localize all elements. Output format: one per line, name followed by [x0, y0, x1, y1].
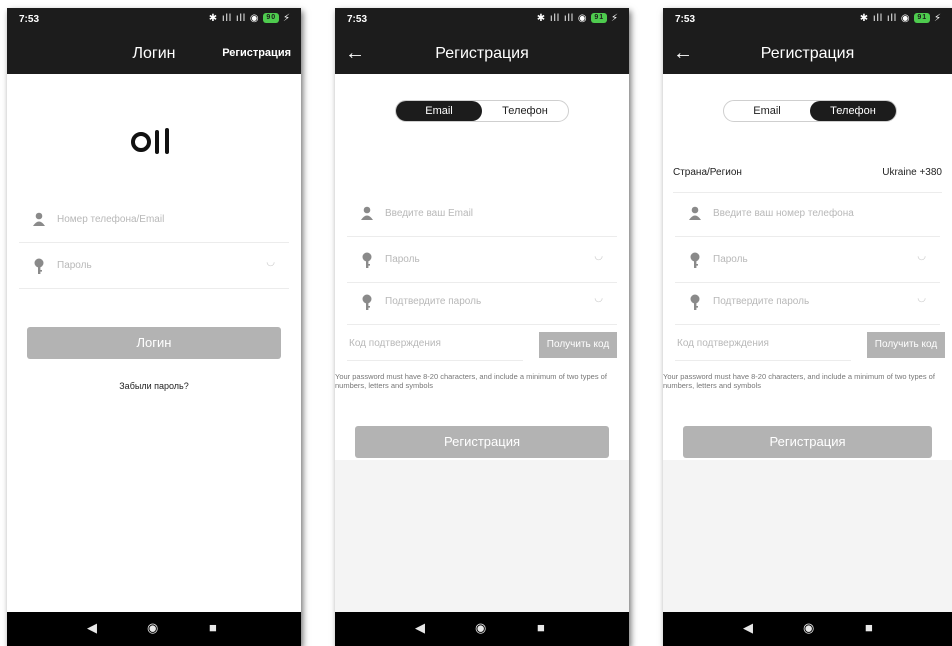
eye-closed-icon[interactable]: ◡: [266, 257, 275, 268]
battery-icon: 91: [591, 13, 608, 24]
key-icon: [361, 294, 373, 315]
verification-code-field[interactable]: Код подтверждения: [347, 330, 523, 361]
nav-recents-icon[interactable]: ■: [209, 620, 217, 635]
nav-home-icon[interactable]: ◉: [147, 620, 158, 636]
page-title: Регистрация: [435, 45, 529, 62]
country-value[interactable]: Ukraine +380: [882, 167, 942, 178]
nav-back-icon[interactable]: ◀: [743, 620, 753, 636]
login-screen: 7:53 ✱ ıll ıll ◉ 90 ⚡ Логин Регистрация …: [7, 8, 301, 646]
signal-wifi-icon: ✱ ıll ıll ◉: [208, 13, 260, 24]
tab-email[interactable]: Email: [724, 101, 810, 121]
signal-wifi-icon: ✱ ıll ıll ◉: [536, 13, 588, 24]
user-icon: [361, 206, 373, 225]
register-button[interactable]: Регистрация: [355, 426, 609, 458]
nav-back-icon[interactable]: ◀: [87, 620, 97, 636]
nav-home-icon[interactable]: ◉: [475, 620, 486, 636]
app-bar: ← Регистрация: [663, 34, 952, 74]
app-bar: ← Регистрация: [335, 34, 629, 74]
register-phone-screen: 7:53 ✱ ıll ıll ◉ 91 ⚡ ← Регистрация Emai…: [663, 8, 952, 646]
password-hint: Your password must have 8-20 characters,…: [335, 372, 607, 390]
status-bar: 7:53 ✱ ıll ıll ◉ 90 ⚡: [7, 8, 301, 34]
page-title: Регистрация: [760, 45, 855, 62]
battery-icon: 91: [914, 13, 931, 24]
tab-phone[interactable]: Телефон: [810, 101, 896, 121]
nav-recents-icon[interactable]: ■: [537, 620, 545, 635]
empty-area: [335, 460, 629, 612]
status-icons: ✱ ıll ıll ◉ 91 ⚡: [859, 13, 942, 24]
key-icon: [689, 294, 701, 315]
user-icon: [33, 212, 45, 231]
eye-closed-icon[interactable]: ◡: [917, 293, 926, 304]
email-field[interactable]: Введите ваш Email: [347, 192, 617, 237]
phone-email-field[interactable]: Номер телефона/Email: [19, 198, 289, 243]
password-field[interactable]: Пароль ◡: [19, 244, 289, 289]
status-icons: ✱ ıll ıll ◉ 91 ⚡: [536, 13, 619, 24]
phone-email-input[interactable]: Номер телефона/Email: [57, 214, 164, 225]
status-time: 7:53: [675, 14, 696, 25]
eye-closed-icon[interactable]: ◡: [917, 251, 926, 262]
register-email-screen: 7:53 ✱ ıll ıll ◉ 91 ⚡ ← Регистрация Emai…: [335, 8, 629, 646]
email-input[interactable]: Введите ваш Email: [385, 208, 473, 219]
status-bar: 7:53 ✱ ıll ıll ◉ 91 ⚡: [663, 8, 952, 34]
password-input[interactable]: Пароль: [713, 254, 748, 265]
verification-code-input[interactable]: Код подтверждения: [349, 338, 441, 349]
confirm-password-field[interactable]: Подтвердите пароль ◡: [675, 280, 940, 325]
password-field[interactable]: Пароль ◡: [675, 238, 940, 283]
register-link[interactable]: Регистрация: [222, 47, 291, 59]
password-input[interactable]: Пароль: [385, 254, 420, 265]
phone-input[interactable]: Введите ваш номер телефона: [713, 208, 854, 219]
nav-recents-icon[interactable]: ■: [865, 620, 873, 635]
system-nav-bar: ◀ ◉ ■: [7, 612, 301, 646]
get-code-button[interactable]: Получить код: [867, 332, 945, 358]
register-method-toggle: Email Телефон: [395, 100, 569, 122]
status-icons: ✱ ıll ıll ◉ 90 ⚡: [208, 13, 291, 24]
password-input[interactable]: Пароль: [57, 260, 92, 271]
key-icon: [361, 252, 373, 273]
phone-field[interactable]: Введите ваш номер телефона: [675, 192, 940, 237]
status-time: 7:53: [347, 14, 368, 25]
tab-phone[interactable]: Телефон: [482, 101, 568, 121]
country-region-selector[interactable]: Страна/Регион Ukraine +380: [673, 158, 942, 193]
register-method-toggle: Email Телефон: [723, 100, 897, 122]
verification-code-field[interactable]: Код подтверждения: [675, 330, 851, 361]
status-time: 7:53: [19, 14, 40, 25]
register-button[interactable]: Регистрация: [683, 426, 932, 458]
brand-logo: [7, 126, 301, 161]
status-bar: 7:53 ✱ ıll ıll ◉ 91 ⚡: [335, 8, 629, 34]
signal-wifi-icon: ✱ ıll ıll ◉: [859, 13, 911, 24]
key-icon: [689, 252, 701, 273]
eye-closed-icon[interactable]: ◡: [594, 251, 603, 262]
nav-back-icon[interactable]: ◀: [415, 620, 425, 636]
system-nav-bar: ◀ ◉ ■: [663, 612, 952, 646]
system-nav-bar: ◀ ◉ ■: [335, 612, 629, 646]
password-field[interactable]: Пароль ◡: [347, 238, 617, 283]
key-icon: [33, 258, 45, 279]
app-bar: Логин Регистрация: [7, 34, 301, 74]
forgot-password-link[interactable]: Забыли пароль?: [7, 381, 301, 391]
nav-home-icon[interactable]: ◉: [803, 620, 814, 636]
password-hint: Your password must have 8-20 characters,…: [663, 372, 935, 390]
tab-email[interactable]: Email: [396, 101, 482, 121]
confirm-password-field[interactable]: Подтвердите пароль ◡: [347, 280, 617, 325]
confirm-password-input[interactable]: Подтвердите пароль: [713, 296, 809, 307]
get-code-button[interactable]: Получить код: [539, 332, 617, 358]
confirm-password-input[interactable]: Подтвердите пароль: [385, 296, 481, 307]
country-label: Страна/Регион: [673, 167, 742, 178]
empty-area: [663, 460, 952, 612]
user-icon: [689, 206, 701, 225]
verification-code-input[interactable]: Код подтверждения: [677, 338, 769, 349]
eye-closed-icon[interactable]: ◡: [594, 293, 603, 304]
login-button[interactable]: Логин: [27, 327, 281, 359]
battery-icon: 90: [263, 13, 280, 24]
